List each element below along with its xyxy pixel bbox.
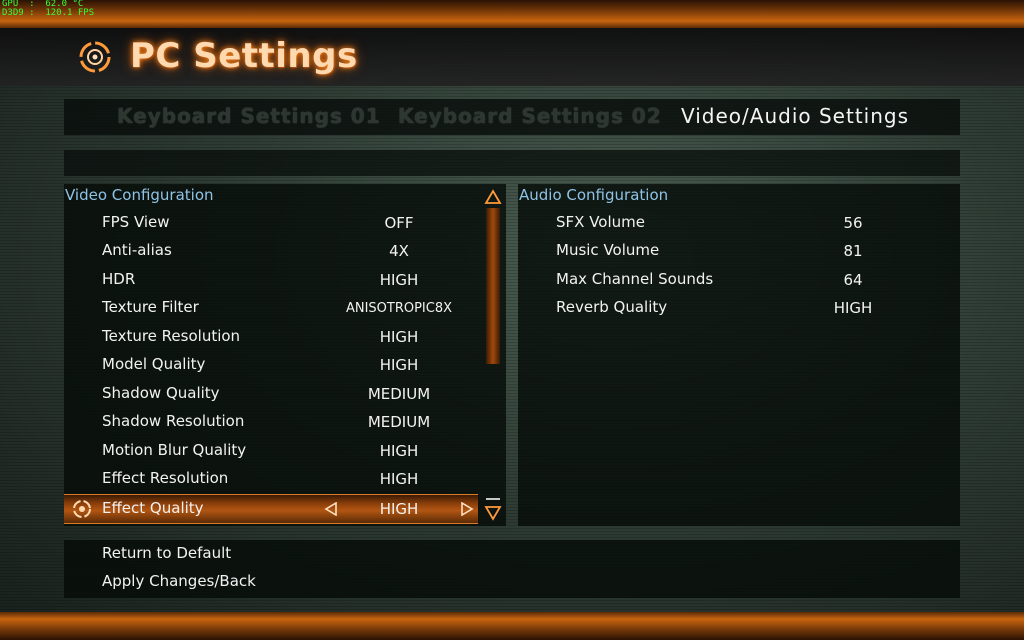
setting-row-fps-view[interactable]: FPS View OFF bbox=[64, 210, 478, 236]
setting-value: 56 bbox=[843, 214, 863, 232]
setting-value: HIGH bbox=[379, 356, 419, 374]
setting-value: HIGH bbox=[379, 442, 419, 460]
setting-value: 4X bbox=[389, 242, 409, 260]
tab-keyboard-settings-01[interactable]: Keyboard Settings 01 bbox=[117, 104, 381, 128]
setting-label: Effect Quality bbox=[102, 499, 204, 517]
setting-label: Texture Resolution bbox=[102, 327, 241, 345]
return-to-default-label: Return to Default bbox=[102, 544, 232, 562]
setting-label: Reverb Quality bbox=[556, 298, 668, 316]
video-config-title: Video Configuration bbox=[65, 186, 214, 204]
setting-row-reverb-quality[interactable]: Reverb Quality HIGH bbox=[518, 295, 960, 321]
setting-row-effect-resolution[interactable]: Effect Resolution HIGH bbox=[64, 466, 478, 492]
setting-row-sfx-volume[interactable]: SFX Volume 56 bbox=[518, 210, 960, 236]
increase-arrow-icon[interactable] bbox=[460, 502, 474, 516]
setting-value: ANISOTROPIC8X bbox=[345, 301, 453, 316]
setting-value: MEDIUM bbox=[367, 385, 431, 403]
setting-row-max-channel-sounds[interactable]: Max Channel Sounds 64 bbox=[518, 267, 960, 293]
setting-label: FPS View bbox=[102, 213, 170, 231]
return-to-default-button[interactable]: Return to Default bbox=[64, 541, 364, 567]
setting-label: Texture Filter bbox=[102, 298, 199, 316]
setting-row-anti-alias[interactable]: Anti-alias 4X bbox=[64, 238, 478, 264]
setting-row-shadow-quality[interactable]: Shadow Quality MEDIUM bbox=[64, 381, 478, 407]
setting-label: Shadow Quality bbox=[102, 384, 220, 402]
target-ring-icon bbox=[79, 41, 111, 73]
setting-row-shadow-resolution[interactable]: Shadow Resolution MEDIUM bbox=[64, 409, 478, 435]
setting-value: OFF bbox=[384, 214, 414, 232]
setting-row-music-volume[interactable]: Music Volume 81 bbox=[518, 238, 960, 264]
setting-row-model-quality[interactable]: Model Quality HIGH bbox=[64, 352, 478, 378]
page-title: PC Settings bbox=[130, 36, 358, 76]
tab-keyboard-settings-02[interactable]: Keyboard Settings 02 bbox=[398, 104, 662, 128]
setting-row-texture-filter[interactable]: Texture Filter ANISOTROPIC8X bbox=[64, 295, 478, 321]
tab-video-audio-settings[interactable]: Video/Audio Settings bbox=[681, 104, 909, 128]
top-bar bbox=[0, 0, 1024, 28]
setting-row-texture-resolution[interactable]: Texture Resolution HIGH bbox=[64, 324, 478, 350]
setting-value: 81 bbox=[843, 242, 863, 260]
setting-label: Effect Resolution bbox=[102, 469, 229, 487]
performance-overlay: GPU : 62.0 °C D3D9 : 120.1 FPS bbox=[2, 0, 94, 18]
setting-label: Anti-alias bbox=[102, 241, 172, 259]
setting-label: Shadow Resolution bbox=[102, 412, 245, 430]
selection-cursor-icon bbox=[73, 500, 91, 518]
scrollbar-end-marker bbox=[486, 498, 500, 500]
setting-value: HIGH bbox=[379, 271, 419, 289]
scrollbar-thumb[interactable] bbox=[486, 208, 500, 364]
setting-label: Model Quality bbox=[102, 355, 206, 373]
setting-value: 64 bbox=[843, 271, 863, 289]
scroll-up-icon[interactable] bbox=[484, 188, 502, 206]
decrease-arrow-icon[interactable] bbox=[324, 502, 338, 516]
bottom-bar bbox=[0, 612, 1024, 640]
scroll-down-icon[interactable] bbox=[484, 504, 502, 522]
setting-label: HDR bbox=[102, 270, 136, 288]
setting-value: HIGH bbox=[379, 470, 419, 488]
setting-row-motion-blur-quality[interactable]: Motion Blur Quality HIGH bbox=[64, 438, 478, 464]
setting-value: HIGH bbox=[379, 500, 419, 518]
setting-row-effect-quality[interactable]: Effect Quality HIGH bbox=[64, 494, 478, 524]
setting-label: Music Volume bbox=[556, 241, 660, 259]
audio-config-title: Audio Configuration bbox=[519, 186, 669, 204]
setting-label: SFX Volume bbox=[556, 213, 645, 231]
setting-value: MEDIUM bbox=[367, 413, 431, 431]
setting-value: HIGH bbox=[833, 299, 873, 317]
fps-readout: D3D9 : 120.1 FPS bbox=[2, 8, 95, 18]
setting-value: HIGH bbox=[379, 328, 419, 346]
apply-changes-back-label: Apply Changes/Back bbox=[102, 572, 256, 590]
setting-label: Motion Blur Quality bbox=[102, 441, 247, 459]
info-bar bbox=[64, 150, 960, 176]
setting-row-hdr[interactable]: HDR HIGH bbox=[64, 267, 478, 293]
setting-label: Max Channel Sounds bbox=[556, 270, 714, 288]
apply-changes-back-button[interactable]: Apply Changes/Back bbox=[64, 569, 364, 595]
